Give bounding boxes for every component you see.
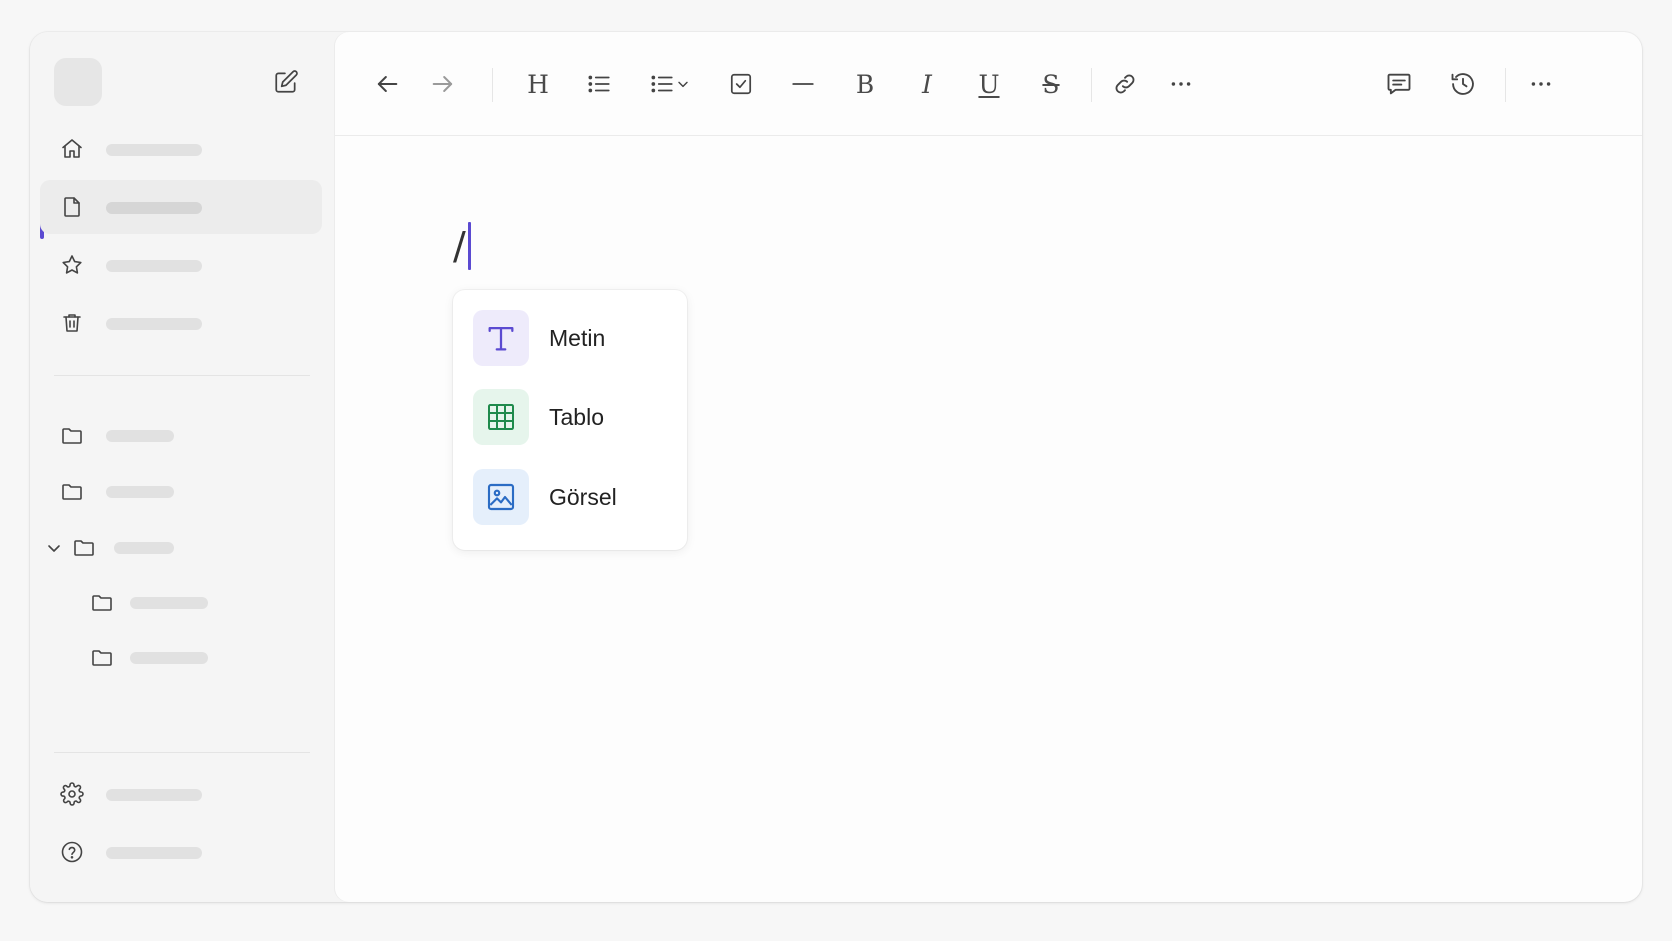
sidebar-folder[interactable]	[60, 416, 310, 456]
folder-icon	[62, 428, 82, 444]
sidebar-item-label	[106, 144, 202, 156]
toolbar-separator	[1091, 68, 1092, 102]
image-icon	[473, 469, 529, 525]
history-button[interactable]	[1443, 64, 1483, 104]
italic-button[interactable]: I	[907, 64, 947, 104]
menu-item-label: Tablo	[549, 403, 604, 430]
list-type-dropdown[interactable]	[641, 64, 699, 104]
checkbox-button[interactable]	[721, 64, 761, 104]
folder-label	[130, 652, 208, 664]
folder-icon	[92, 650, 112, 666]
bold-button[interactable]: B	[845, 64, 885, 104]
bold-icon: B	[855, 69, 875, 99]
sidebar-item-home[interactable]	[40, 122, 322, 176]
sidebar-item-label	[106, 260, 202, 272]
slash-command-menu: Metin Tablo Görsel	[453, 290, 687, 550]
chevron-down-icon	[678, 81, 688, 88]
undo-button[interactable]	[367, 64, 407, 104]
comments-button[interactable]	[1379, 64, 1419, 104]
toolbar-separator	[1505, 68, 1506, 102]
history-icon	[1451, 73, 1474, 95]
sidebar-divider	[54, 752, 310, 753]
link-button[interactable]	[1105, 64, 1145, 104]
star-icon	[62, 255, 82, 274]
menu-item-table[interactable]: Tablo	[473, 387, 673, 447]
arrow-left-icon	[377, 76, 398, 92]
table-icon	[473, 389, 529, 445]
heading-button[interactable]: H	[518, 64, 558, 104]
menu-item-label: Görsel	[549, 483, 617, 510]
compose-icon	[275, 70, 298, 93]
bullet-list-button[interactable]	[579, 64, 619, 104]
sidebar-divider	[54, 375, 310, 376]
formatting-toolbar: H B I U S	[335, 32, 1642, 136]
more-menu-button[interactable]	[1521, 64, 1561, 104]
folder-label	[114, 542, 174, 554]
text-icon	[473, 310, 529, 366]
sidebar-item-favorites[interactable]	[40, 238, 322, 292]
folder-label	[130, 597, 208, 609]
chevron-down-icon[interactable]	[44, 538, 64, 558]
bullet-list-icon	[588, 75, 610, 93]
sidebar-folder[interactable]	[60, 472, 310, 512]
sidebar-item-help[interactable]	[40, 825, 322, 879]
link-icon	[1115, 74, 1135, 94]
more-menu-icon	[1531, 82, 1551, 86]
folder-icon	[74, 540, 94, 556]
sidebar-item-label	[106, 789, 202, 801]
sidebar-item-trash[interactable]	[40, 296, 322, 350]
strikethrough-icon: S	[1042, 69, 1060, 99]
folder-label	[106, 486, 174, 498]
menu-item-image[interactable]: Görsel	[473, 467, 673, 527]
gear-icon	[60, 782, 84, 806]
editor-text: /	[453, 224, 466, 268]
arrow-right-icon	[432, 76, 453, 92]
folder-icon	[62, 484, 82, 500]
divider-button[interactable]	[783, 64, 823, 104]
toolbar-separator	[492, 68, 493, 102]
app-window: H B I U S / Metin Tablo Görsel	[30, 32, 1642, 902]
redo-button[interactable]	[423, 64, 463, 104]
editor-panel: H B I U S / Metin Tablo Görsel	[335, 32, 1642, 902]
list-dropdown-icon	[651, 75, 673, 93]
text-caret	[467, 222, 471, 270]
underline-button[interactable]: U	[969, 64, 1009, 104]
trash-icon	[63, 314, 81, 332]
more-formatting-button[interactable]	[1161, 64, 1201, 104]
more-icon	[1171, 82, 1191, 86]
comment-icon	[1387, 73, 1411, 95]
italic-icon: I	[922, 69, 932, 99]
workspace-logo[interactable]	[54, 58, 102, 106]
help-icon	[61, 841, 83, 863]
folder-icon	[92, 595, 112, 611]
sidebar-item-label	[106, 202, 202, 214]
sidebar-folder-expanded[interactable]	[44, 528, 294, 568]
heading-icon: H	[527, 69, 549, 99]
folder-label	[106, 430, 174, 442]
sidebar-subfolder[interactable]	[90, 638, 340, 678]
new-note-button[interactable]	[266, 62, 306, 102]
checkbox-icon	[730, 73, 752, 95]
editor-content[interactable]: /	[453, 222, 471, 270]
document-icon	[64, 197, 80, 217]
sidebar-subfolder[interactable]	[90, 583, 340, 623]
underline-icon: U	[978, 69, 1000, 99]
sidebar	[30, 32, 334, 902]
sidebar-item-label	[106, 847, 202, 859]
menu-item-label: Metin	[549, 324, 606, 351]
sidebar-item-label	[106, 318, 202, 330]
home-icon	[62, 139, 82, 158]
menu-item-text[interactable]: Metin	[473, 308, 673, 368]
sidebar-item-settings[interactable]	[40, 767, 322, 821]
strikethrough-button[interactable]: S	[1031, 64, 1071, 104]
sidebar-item-documents[interactable]	[40, 180, 322, 234]
divider-line-icon	[792, 83, 814, 85]
